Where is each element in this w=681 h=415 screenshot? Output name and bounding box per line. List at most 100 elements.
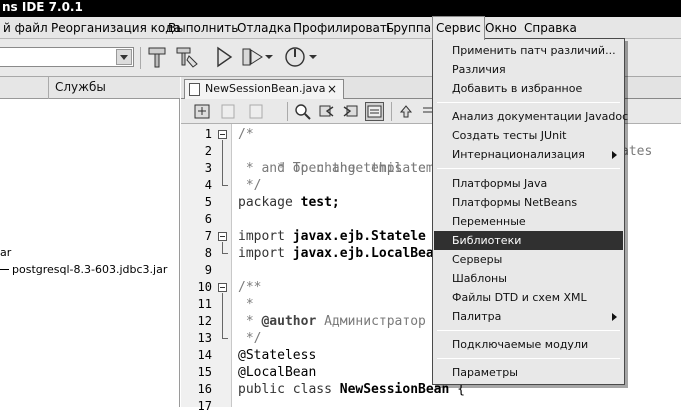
- menu-profile[interactable]: Профилировать: [290, 17, 397, 39]
- menu-item-servers[interactable]: Серверы: [434, 250, 623, 269]
- menu-item-create-junit-tests[interactable]: Создать тесты JUnit: [434, 126, 623, 145]
- code-line: import javax.ejb.Statele: [238, 228, 426, 245]
- previous-bookmark-button[interactable]: [397, 102, 416, 121]
- profile-button[interactable]: [282, 44, 308, 70]
- keyword: import: [238, 229, 285, 244]
- line-number: 12: [197, 314, 212, 328]
- code-text: Администратор: [316, 314, 426, 329]
- menu-separator: [437, 330, 620, 331]
- source-history-button[interactable]: [193, 102, 212, 121]
- line-number: 16: [197, 382, 212, 396]
- hammer-icon: [148, 47, 166, 68]
- menu-item-netbeans-platforms[interactable]: Платформы NetBeans: [434, 193, 623, 212]
- menu-run[interactable]: Выполнить: [165, 17, 241, 39]
- menu-item-add-to-favorites[interactable]: Добавить в избранное: [434, 79, 623, 98]
- fold-guide: [222, 293, 223, 339]
- menu-item-palette[interactable]: Палитра: [434, 307, 623, 326]
- menu-item-dtd-xml-schemas[interactable]: Файлы DTD и схем XML: [434, 288, 623, 307]
- forward-button[interactable]: [247, 102, 266, 121]
- fold-toggle[interactable]: [218, 283, 227, 292]
- menu-item-variables[interactable]: Переменные: [434, 212, 623, 231]
- menu-window[interactable]: Окно: [482, 17, 520, 39]
- menu-item-apply-diff-patch[interactable]: Применить патч различий...: [434, 41, 623, 60]
- tools-menu: Применить патч различий... Различия Доба…: [432, 38, 628, 385]
- line-number: 15: [197, 365, 212, 379]
- keyword: import: [238, 246, 285, 261]
- projects-panel: Службы ar postgresql-8.3-603.jdbc3.jar: [0, 77, 180, 407]
- magnifier-icon: [295, 104, 311, 120]
- hammer-broom-icon: [176, 47, 198, 68]
- menu-file[interactable]: й файл: [0, 17, 51, 39]
- highlight-icon: [367, 105, 382, 118]
- line-number: 2: [204, 144, 212, 158]
- chevron-right-icon: [612, 313, 617, 321]
- code-line-tail: ates: [621, 144, 653, 159]
- menu-tools[interactable]: Сервис: [432, 16, 485, 40]
- toolbar-separator: [391, 102, 392, 121]
- gauge-icon: [285, 47, 305, 67]
- java-file-icon: [189, 83, 200, 96]
- chevron-right-icon: [612, 151, 617, 159]
- menu-item-label: Палитра: [452, 310, 502, 323]
- code-line: * and open the template: [238, 161, 426, 176]
- code-line: * @author Администратор: [238, 313, 426, 330]
- fold-toggle[interactable]: [218, 232, 227, 241]
- menu-item-diff[interactable]: Различия: [434, 60, 623, 79]
- line-number: 9: [204, 263, 212, 277]
- line-number: 8: [204, 246, 212, 260]
- code-line: package test;: [238, 194, 340, 211]
- menu-separator: [437, 358, 620, 359]
- tab-newsessionbean[interactable]: NewSessionBean.java ×: [184, 79, 344, 100]
- fold-guide: [222, 253, 228, 254]
- code-text: javax.ejb.Statele: [284, 229, 426, 244]
- configuration-combo[interactable]: [0, 47, 134, 67]
- find-previous-icon: [319, 105, 334, 117]
- profile-dropdown[interactable]: [308, 44, 318, 70]
- close-icon[interactable]: ×: [327, 80, 337, 98]
- left-panel-tabs: Службы: [0, 77, 180, 99]
- history-icon: [194, 104, 210, 119]
- menu-item-options[interactable]: Параметры: [434, 363, 623, 382]
- forward-icon: [249, 104, 263, 119]
- line-number: 5: [204, 195, 212, 209]
- debug-play-icon: [242, 48, 263, 66]
- chevron-down-icon[interactable]: [116, 49, 132, 65]
- menu-item-java-platforms[interactable]: Платформы Java: [434, 174, 623, 193]
- line-number: 13: [197, 331, 212, 345]
- clean-build-button[interactable]: [174, 44, 200, 70]
- toggle-highlight-button[interactable]: [365, 102, 384, 121]
- fold-toggle[interactable]: [218, 130, 227, 139]
- debug-dropdown[interactable]: [264, 44, 274, 70]
- menu-item-analyze-javadoc[interactable]: Анализ документации Javadoc: [434, 107, 628, 126]
- menu-debug[interactable]: Отладка: [234, 17, 294, 39]
- javadoc-tag: @author: [261, 314, 317, 329]
- code-line: * To change this templ: [238, 143, 449, 176]
- find-next-button[interactable]: [341, 102, 360, 121]
- tree-item-jar[interactable]: ar: [0, 246, 11, 259]
- menu-item-templates[interactable]: Шаблоны: [434, 269, 623, 288]
- build-button[interactable]: [144, 44, 170, 70]
- menu-item-libraries[interactable]: Библиотеки: [434, 231, 623, 250]
- tab-services[interactable]: Службы: [48, 77, 106, 99]
- menu-item-plugins[interactable]: Подключаемые модули: [434, 335, 623, 354]
- keyword: package: [238, 195, 293, 210]
- tree-connector: [0, 269, 9, 270]
- menu-team[interactable]: Группа: [383, 17, 434, 39]
- fold-guide: [222, 338, 228, 339]
- menu-item-internationalization[interactable]: Интернационализация: [434, 145, 623, 164]
- tree-item-postgresql-jar[interactable]: postgresql-8.3-603.jdbc3.jar: [12, 263, 167, 276]
- keyword: public class: [238, 382, 332, 397]
- menu-separator: [437, 168, 620, 169]
- back-button[interactable]: [219, 102, 238, 121]
- code-text: *: [238, 314, 262, 329]
- debug-button[interactable]: [240, 44, 266, 70]
- find-previous-button[interactable]: [317, 102, 336, 121]
- line-number: 7: [204, 229, 212, 243]
- code-line: /**: [238, 280, 262, 295]
- line-number: 4: [204, 178, 212, 192]
- find-button[interactable]: [293, 102, 312, 121]
- menu-refactor[interactable]: Реорганизация кода: [48, 17, 184, 39]
- tab-title: NewSessionBean.java: [205, 82, 326, 95]
- run-button[interactable]: [210, 44, 236, 70]
- menu-help[interactable]: Справка: [521, 17, 580, 39]
